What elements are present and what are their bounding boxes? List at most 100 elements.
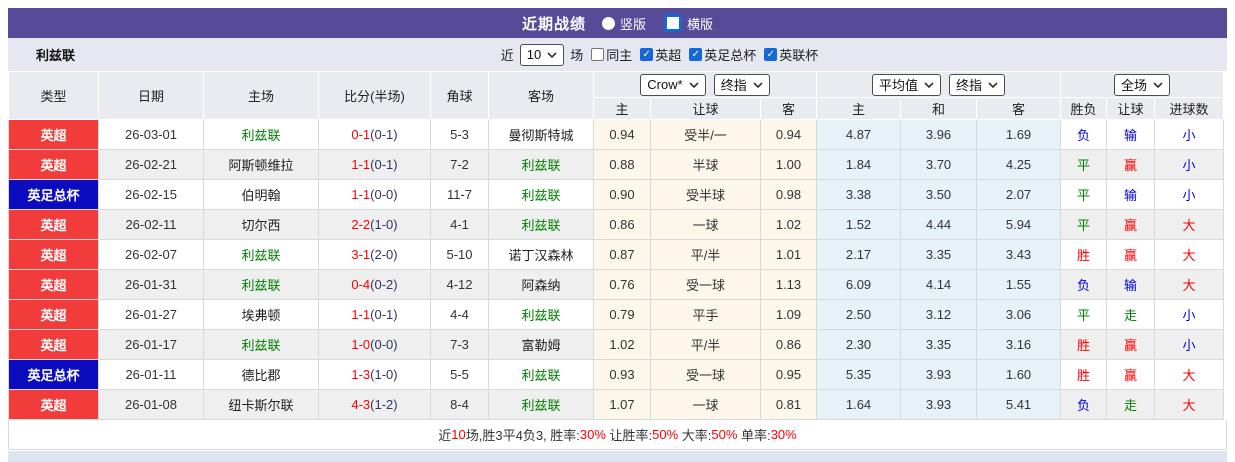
cell-text: 一球: [692, 218, 719, 233]
avg-draw-cell: 3.50: [900, 179, 978, 210]
checkbox-checked-icon[interactable]: ✓: [640, 48, 654, 61]
cell-text: 受一球: [685, 368, 725, 383]
radio-horizontal-layout[interactable]: 横版: [664, 14, 713, 33]
cell-text: 平: [1077, 158, 1091, 173]
cell-text: 富勒姆: [521, 338, 561, 353]
avg-draw-cell: 3.93: [900, 359, 978, 390]
odds-home-cell: 0.94: [593, 119, 651, 150]
cell-text: 阿斯顿维拉: [228, 158, 294, 173]
cell-text: 赢: [1124, 218, 1138, 233]
odds-home-cell: 0.79: [593, 299, 651, 330]
cell-text: 受半/一: [684, 128, 727, 143]
full-match-select[interactable]: 全场: [1114, 73, 1171, 96]
avg-away-cell: 5.94: [976, 209, 1062, 240]
corners-cell: 4-12: [430, 269, 489, 300]
result-goals-cell: 大: [1154, 239, 1225, 270]
cell-text: 胜: [1077, 338, 1091, 353]
summary-text-segment: 30%: [770, 427, 797, 442]
avg-home-cell: 1.64: [816, 389, 902, 420]
result-goals-cell: 小: [1154, 179, 1225, 210]
cell-text: 利兹联: [241, 128, 281, 143]
col-header-score: 比分(半场): [318, 71, 431, 120]
filter-checkbox-label[interactable]: 英联杯: [779, 45, 818, 64]
date-cell: 26-02-15: [98, 179, 204, 210]
home-team-cell: 切尔西: [203, 209, 319, 240]
cell-text: 埃弗顿: [241, 308, 281, 323]
cell-text: 赢: [1124, 338, 1138, 353]
cell-text: 3.12: [925, 307, 952, 322]
recent-results-panel: 近期战绩 竖版 横版 利兹联 近 10 场 同主 ✓ 英超 ✓ 英足总杯 ✓ 英联杯: [8, 8, 1227, 462]
chevron-down-icon: [1153, 81, 1163, 88]
cell-text: 胜: [1077, 248, 1091, 263]
average-final-select[interactable]: 终指: [949, 73, 1006, 96]
summary-text-segment: 10: [451, 427, 466, 442]
cell-text: 利兹联: [241, 278, 281, 293]
odds-away-cell: 0.81: [759, 389, 818, 420]
away-team-cell: 诺丁汉森林: [488, 239, 594, 270]
checkbox-checked-icon[interactable]: ✓: [764, 48, 778, 61]
recent-count-select[interactable]: 10: [519, 43, 565, 66]
cell-text: 7-3: [450, 337, 469, 352]
checkbox-checked-icon[interactable]: ✓: [689, 48, 703, 61]
avg-home-cell: 4.87: [816, 119, 902, 150]
crow-odds-select[interactable]: Crow*: [640, 73, 706, 96]
games-label: 场: [570, 48, 584, 63]
cell-text: 1-1: [351, 157, 371, 172]
cell-text: 0.81: [775, 397, 802, 412]
cell-text: 受一球: [685, 278, 725, 293]
cell-text: 26-01-31: [124, 277, 178, 292]
filter-checkbox-label[interactable]: 同主: [606, 45, 632, 64]
match-type-badge-cell: 英超: [8, 149, 99, 180]
match-type-badge-cell: 英超: [8, 389, 99, 420]
cell-text: 0.95: [775, 367, 802, 382]
radio-unselected-icon[interactable]: [601, 16, 615, 30]
avg-home-cell: 2.17: [816, 239, 902, 270]
league-filter-checkboxes: 同主 ✓ 英超 ✓ 英足总杯 ✓ 英联杯: [583, 45, 818, 64]
match-row: 英超 26-01-17 利兹联 1-0(0-0) 7-3 富勒姆 1.02 平/半 0.86 2.…: [8, 329, 1225, 360]
filter-checkbox-label[interactable]: 英超: [655, 45, 681, 64]
cell-text: (1-2): [370, 397, 398, 412]
filter-checkbox-label[interactable]: 英足总杯: [704, 45, 756, 64]
cell-text: 5-10: [446, 247, 473, 262]
match-type-badge-cell: 英超: [8, 269, 99, 300]
result-handicap-cell: 赢: [1106, 149, 1156, 180]
result-wdl-cell: 平: [1060, 179, 1108, 210]
cell-text: 0.94: [609, 127, 635, 142]
result-wdl-cell: 负: [1060, 119, 1108, 150]
radio-vertical-layout[interactable]: 竖版: [601, 14, 646, 33]
average-select[interactable]: 平均值: [872, 73, 942, 96]
cell-text: 小: [1182, 308, 1196, 323]
odds-away-cell: 0.94: [759, 119, 818, 150]
cell-text: 1.13: [775, 277, 802, 292]
cell-text: 2-2: [351, 217, 371, 232]
cell-text: 输: [1124, 278, 1138, 293]
cell-text: 1.09: [775, 307, 802, 322]
handicap-cell: 一球: [650, 389, 761, 420]
cell-text: 4-1: [450, 217, 469, 232]
cell-text: 3.93: [925, 397, 952, 412]
home-team-cell: 利兹联: [203, 119, 319, 150]
cell-text: 1.52: [845, 217, 872, 232]
title-bar: 近期战绩 竖版 横版: [8, 8, 1227, 38]
summary-text-segment: 50%: [711, 427, 738, 442]
panel-title: 近期战绩: [521, 15, 586, 33]
cell-text: 3-1: [351, 247, 371, 262]
radio-selected-icon[interactable]: [664, 14, 682, 32]
chevron-down-icon: [547, 51, 557, 58]
subheader-goals: 进球数: [1154, 97, 1225, 120]
cell-text: 26-02-07: [124, 247, 178, 262]
summary-text-segment: 50%: [652, 427, 679, 442]
average-group-selects: 平均值 终指: [817, 73, 1060, 96]
match-row: 英超 26-02-11 切尔西 2-2(1-0) 4-1 利兹联 0.86 一球 1.02 1.5…: [8, 209, 1225, 240]
cell-text: 1.69: [1005, 127, 1032, 142]
checkbox-unchecked-icon[interactable]: [591, 48, 605, 61]
avg-home-cell: 5.35: [816, 359, 902, 390]
team-name: 利兹联: [36, 48, 76, 63]
score-cell: 1-1(0-0): [318, 179, 431, 210]
corners-cell: 7-2: [430, 149, 489, 180]
cell-text: 负: [1077, 278, 1091, 293]
odds-final-select[interactable]: 终指: [713, 73, 770, 96]
result-goals-cell: 小: [1154, 329, 1225, 360]
handicap-cell: 受半/一: [650, 119, 761, 150]
cell-text: 平: [1077, 308, 1091, 323]
